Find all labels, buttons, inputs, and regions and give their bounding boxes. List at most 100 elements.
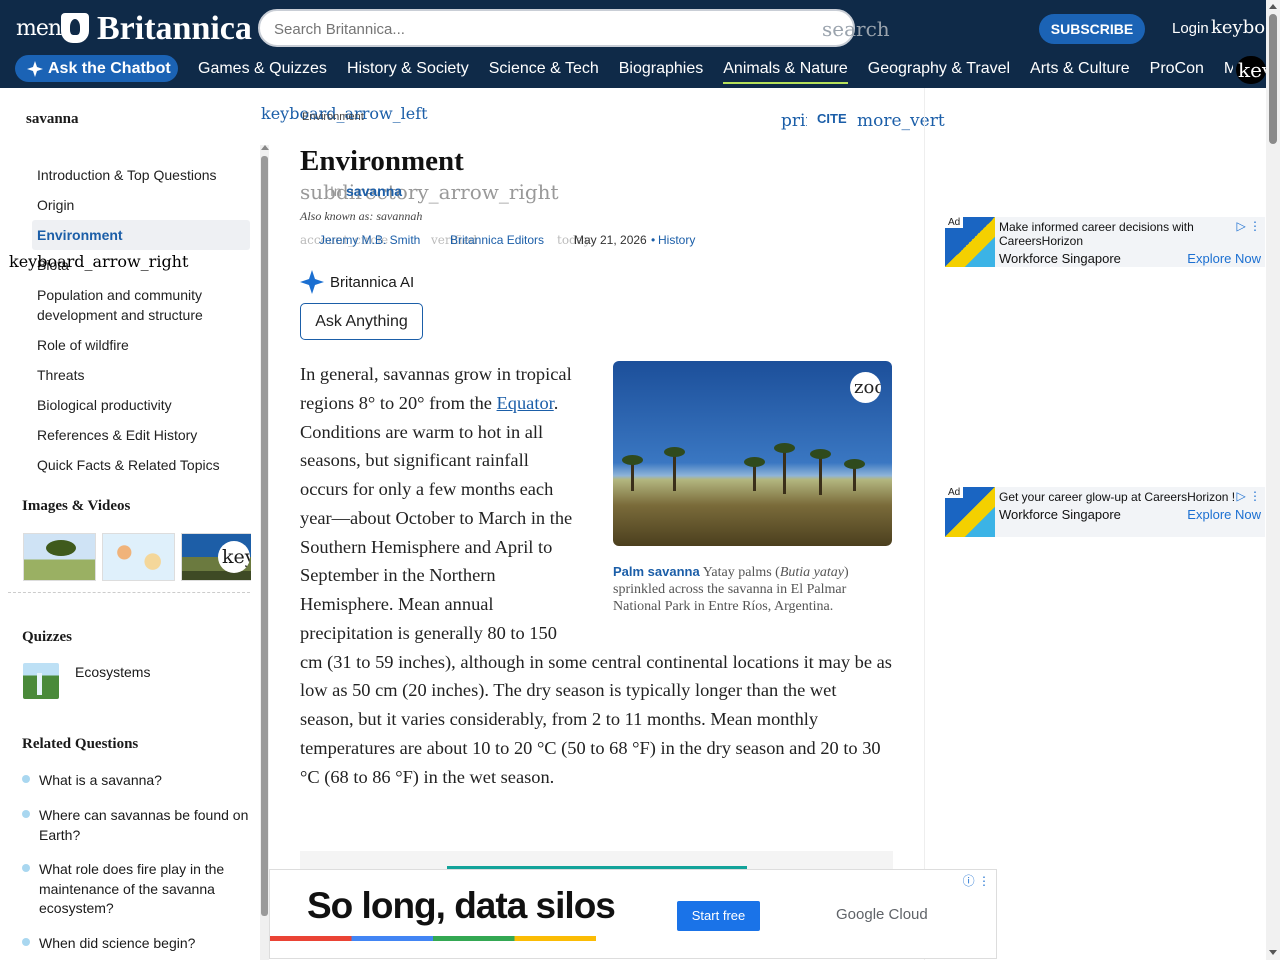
- in-label: In: [330, 183, 342, 199]
- article-figure: zoom_in Palm savanna Yatay palms (Butia …: [613, 361, 892, 615]
- related-question[interactable]: What is a savanna?: [22, 771, 250, 791]
- page-scrollbar[interactable]: [1266, 0, 1280, 960]
- editors-link[interactable]: Britannica Editors: [450, 233, 544, 247]
- toc-item[interactable]: Origin: [32, 190, 250, 220]
- nav-item[interactable]: Biographies: [619, 60, 704, 84]
- ad-badge: Ad: [945, 487, 964, 498]
- ask-chatbot-button[interactable]: Ask the Chatbot: [15, 55, 178, 82]
- nav-scroll-right-icon[interactable]: keyboard_arrow_right: [1236, 56, 1266, 84]
- related-question[interactable]: What role does fire play in the maintena…: [22, 860, 250, 919]
- thumbnails-next-icon[interactable]: keyboard_arrow_right: [218, 541, 250, 573]
- login-chevron-icon[interactable]: keyboard_arrow_down: [1211, 17, 1265, 38]
- caption-text: Yatay palms (: [699, 565, 780, 580]
- toc-item[interactable]: Introduction & Top Questions: [32, 160, 250, 190]
- more-options-icon[interactable]: more_vert: [857, 111, 945, 131]
- site-logo[interactable]: Britannica: [97, 10, 252, 48]
- parent-article-link[interactable]: savanna: [346, 183, 402, 199]
- media-thumbnails: [23, 533, 251, 581]
- nav-item[interactable]: Science & Tech: [489, 60, 599, 84]
- caption-species: Butia yatay: [779, 565, 844, 580]
- cite-button[interactable]: CITE: [817, 111, 847, 126]
- ad-card-2[interactable]: Ad Get your career glow-up at CareersHor…: [945, 487, 1265, 537]
- ad-headline: Get your career glow-up at CareersHorizo…: [999, 490, 1236, 504]
- search-icon[interactable]: search: [822, 17, 890, 41]
- nav-item[interactable]: Games & Quizzes: [198, 60, 327, 84]
- search-input[interactable]: [274, 19, 794, 39]
- related-question[interactable]: Where can savannas be found on Earth?: [22, 806, 250, 845]
- thumbnail-acacia-tree[interactable]: [23, 533, 96, 581]
- equator-link[interactable]: Equator: [497, 393, 554, 413]
- subscribe-button[interactable]: SUBSCRIBE: [1039, 14, 1145, 44]
- nav-item[interactable]: Money: [1224, 60, 1233, 84]
- ad-cta-button[interactable]: Explore Now: [1187, 251, 1261, 266]
- britannica-ai-label: Britannica AI: [330, 274, 415, 291]
- toc-item[interactable]: References & Edit History: [32, 420, 250, 450]
- quiz-thumbnail[interactable]: [23, 663, 59, 699]
- ad-badge: Ad: [945, 217, 964, 228]
- start-free-button[interactable]: Start free: [677, 901, 760, 931]
- related-questions-heading: Related Questions: [22, 736, 139, 752]
- toc-item[interactable]: Role of wildfire: [32, 330, 250, 360]
- britannica-logo-icon[interactable]: [61, 13, 89, 43]
- images-videos-heading: Images & Videos: [22, 498, 131, 514]
- quizzes-heading: Quizzes: [22, 629, 72, 645]
- also-known-as: Also known as: savannah: [300, 209, 423, 223]
- google-cloud-logo: Google Cloud: [836, 906, 928, 923]
- sidebar-divider: [8, 592, 250, 593]
- category-nav: Games & Quizzes History & Society Science …: [198, 56, 1233, 86]
- inline-ad-slot: [300, 851, 893, 871]
- toc-item[interactable]: Threats: [32, 360, 250, 390]
- toc-item[interactable]: Environment: [32, 220, 250, 250]
- sparkle-icon: [300, 270, 324, 294]
- sidebar-scrollbar[interactable]: [260, 145, 269, 960]
- scroll-up-icon[interactable]: [1269, 4, 1277, 9]
- toc-item[interactable]: Population and community development and…: [32, 280, 250, 330]
- bottom-banner-ad[interactable]: So long, data silos Start free Google Cl…: [269, 869, 997, 959]
- ad-info-icon[interactable]: ⓘ ⋮: [963, 872, 990, 889]
- zoom-icon[interactable]: zoom_in: [850, 372, 881, 403]
- palm-savanna-image[interactable]: zoom_in: [613, 361, 892, 546]
- article-body: zoom_in Palm savanna Yatay palms (Butia …: [300, 360, 892, 791]
- toc-expand-icon[interactable]: keyboard_arrow_right: [9, 252, 188, 271]
- chatbot-label: Ask the Chatbot: [48, 60, 171, 77]
- ad-headline: Make informed career decisions with: [999, 220, 1194, 234]
- ad-cta-button[interactable]: Explore Now: [1187, 507, 1261, 522]
- ask-anything-button[interactable]: Ask Anything: [300, 303, 423, 340]
- sparkle-icon: [27, 61, 43, 77]
- nav-item[interactable]: Arts & Culture: [1030, 60, 1130, 84]
- top-navigation-bar: menu Britannica search SUBSCRIBE Login k…: [0, 0, 1280, 88]
- sidebar-scroll-up-icon[interactable]: [261, 145, 269, 150]
- breadcrumb: Environment: [302, 111, 364, 123]
- page-title: Environment: [300, 145, 464, 177]
- ad-card-1[interactable]: Ad Make informed career decisions with C…: [945, 217, 1265, 267]
- search-bar[interactable]: [258, 9, 855, 47]
- author-link[interactable]: Jeremy M.B. Smith: [319, 233, 420, 247]
- nav-item[interactable]: Animals & Nature: [723, 60, 848, 84]
- nav-item[interactable]: ProCon: [1150, 60, 1204, 84]
- ad-advertiser: Workforce Singapore: [999, 507, 1121, 522]
- caption-title[interactable]: Palm savanna: [613, 564, 700, 579]
- toc-item[interactable]: Quick Facts & Related Topics: [32, 450, 250, 480]
- ad-choices-icon[interactable]: ▷ ⋮: [1236, 219, 1261, 233]
- rail-divider: [924, 88, 925, 960]
- nav-item[interactable]: History & Society: [347, 60, 469, 84]
- login-link[interactable]: Login: [1172, 20, 1209, 37]
- byline-separator: •: [651, 233, 656, 247]
- print-icon[interactable]: print: [781, 111, 807, 131]
- ad-choices-icon[interactable]: ▷ ⋮: [1236, 489, 1261, 503]
- quiz-link-ecosystems[interactable]: Ecosystems: [75, 664, 150, 680]
- ad-color-stripe: [270, 936, 596, 941]
- thumbnail-savanna-map[interactable]: [102, 533, 175, 581]
- nav-item[interactable]: Geography & Travel: [868, 60, 1010, 84]
- toc-item[interactable]: Biological productivity: [32, 390, 250, 420]
- history-link[interactable]: History: [658, 233, 695, 247]
- article-date: May 21, 2026: [574, 233, 647, 247]
- figure-caption: Palm savanna Yatay palms (Butia yatay) s…: [613, 563, 892, 615]
- related-question[interactable]: When did science begin?: [22, 934, 250, 954]
- ad-advertiser: Workforce Singapore: [999, 251, 1121, 266]
- scroll-down-icon[interactable]: [1269, 950, 1277, 955]
- ad-headline: So long, data silos: [307, 885, 616, 926]
- table-of-contents: Introduction & Top Questions Origin Enviro…: [32, 160, 250, 480]
- sidebar-title[interactable]: savanna: [26, 111, 79, 128]
- ad-headline: CareersHorizon: [999, 234, 1084, 248]
